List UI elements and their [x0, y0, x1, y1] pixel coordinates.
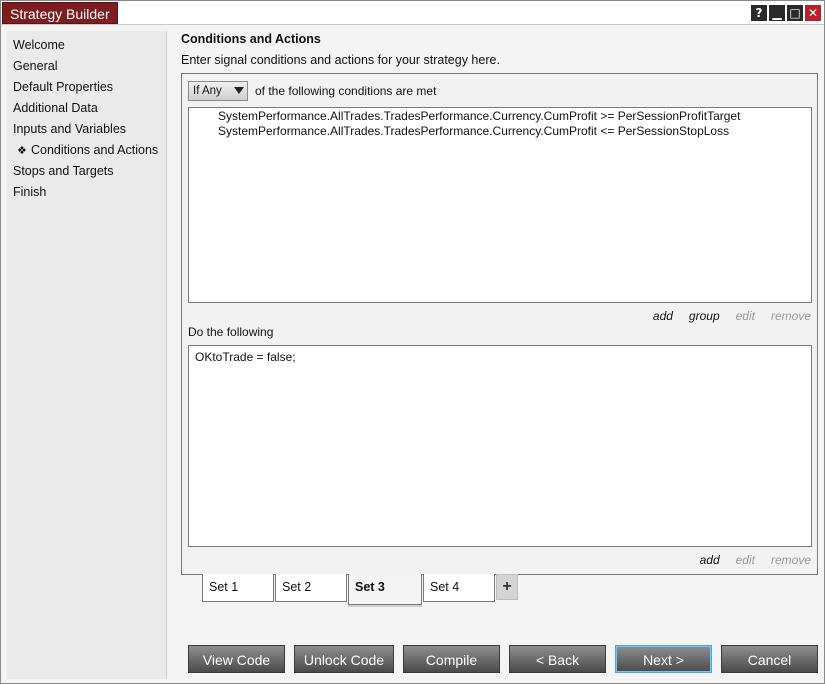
- sidebar-item-general[interactable]: General: [7, 56, 166, 77]
- footer-buttons: View Code Unlock Code Compile < Back Nex…: [188, 645, 825, 673]
- window-title: Strategy Builder: [2, 2, 118, 24]
- view-code-button[interactable]: View Code: [188, 645, 285, 673]
- action-links: add edit remove: [684, 553, 811, 567]
- add-set-icon[interactable]: +: [496, 574, 518, 600]
- wizard-steps: Welcome General Default Properties Addit…: [7, 31, 166, 203]
- condition-mode-label: of the following conditions are met: [255, 84, 437, 98]
- sidebar-item-label: Welcome: [13, 38, 65, 52]
- conditions-list[interactable]: SystemPerformance.AllTrades.TradesPerfor…: [188, 107, 812, 303]
- active-step-bullet-icon: ❖: [17, 144, 27, 157]
- sidebar-item-finish[interactable]: Finish: [7, 182, 166, 203]
- condition-item[interactable]: SystemPerformance.AllTrades.TradesPerfor…: [218, 109, 811, 124]
- sidebar-item-label: Finish: [13, 185, 47, 199]
- group-condition-link[interactable]: group: [689, 309, 720, 323]
- title-bar: Strategy Builder ? ▁ □ ✕: [1, 1, 824, 25]
- edit-action-link: edit: [735, 553, 755, 567]
- condition-mode-value: If Any: [193, 85, 222, 97]
- set-tabs: Set 1 Set 2 Set 3 Set 4 +: [202, 574, 518, 605]
- remove-action-link: remove: [770, 553, 811, 567]
- unlock-code-button[interactable]: Unlock Code: [294, 645, 394, 673]
- sidebar-item-inputs-and-variables[interactable]: Inputs and Variables: [7, 119, 166, 140]
- sidebar-item-welcome[interactable]: Welcome: [7, 35, 166, 56]
- page-title: Conditions and Actions: [181, 32, 321, 46]
- sidebar-item-label: Inputs and Variables: [13, 122, 127, 136]
- sidebar-item-label: General: [13, 59, 58, 73]
- page-description: Enter signal conditions and actions for …: [181, 53, 500, 67]
- sidebar-item-conditions-and-actions[interactable]: ❖ Conditions and Actions: [7, 140, 166, 161]
- tab-set-2[interactable]: Set 2: [275, 574, 347, 602]
- condition-mode-select[interactable]: If Any: [188, 81, 248, 101]
- compile-button[interactable]: Compile: [403, 645, 500, 673]
- actions-label: Do the following: [188, 325, 274, 339]
- sidebar-item-default-properties[interactable]: Default Properties: [7, 77, 166, 98]
- tab-set-4[interactable]: Set 4: [423, 574, 495, 602]
- maximize-icon[interactable]: □: [787, 5, 803, 21]
- next-button[interactable]: Next >: [615, 645, 712, 673]
- conditions-actions-panel: If Any of the following conditions are m…: [181, 73, 818, 575]
- add-action-link[interactable]: add: [700, 553, 720, 567]
- help-icon[interactable]: ?: [751, 5, 767, 21]
- remove-condition-link: remove: [770, 309, 811, 323]
- action-item[interactable]: OKtoTrade = false;: [195, 350, 805, 365]
- tab-set-3[interactable]: Set 3: [348, 574, 422, 605]
- sidebar-item-stops-and-targets[interactable]: Stops and Targets: [7, 161, 166, 182]
- condition-mode-row: If Any of the following conditions are m…: [188, 81, 436, 101]
- minimize-icon[interactable]: ▁: [769, 5, 785, 21]
- actions-list[interactable]: OKtoTrade = false;: [188, 345, 812, 547]
- condition-item[interactable]: SystemPerformance.AllTrades.TradesPerfor…: [218, 124, 811, 139]
- sidebar-item-additional-data[interactable]: Additional Data: [7, 98, 166, 119]
- main-content: Conditions and Actions Enter signal cond…: [173, 31, 821, 679]
- strategy-builder-window: Strategy Builder ? ▁ □ ✕ Welcome General…: [0, 0, 825, 684]
- sidebar-item-label: Conditions and Actions: [31, 143, 159, 157]
- cancel-button[interactable]: Cancel: [721, 645, 818, 673]
- window-controls: ? ▁ □ ✕: [751, 5, 821, 21]
- sidebar-item-label: Default Properties: [13, 80, 114, 94]
- chevron-down-icon: [234, 87, 244, 94]
- edit-condition-link: edit: [735, 309, 755, 323]
- tab-set-1[interactable]: Set 1: [202, 574, 274, 602]
- condition-links: add group edit remove: [637, 309, 811, 323]
- close-icon[interactable]: ✕: [805, 5, 821, 21]
- wizard-sidebar: Welcome General Default Properties Addit…: [7, 31, 167, 679]
- back-button[interactable]: < Back: [509, 645, 606, 673]
- add-condition-link[interactable]: add: [653, 309, 673, 323]
- sidebar-item-label: Stops and Targets: [13, 164, 114, 178]
- sidebar-item-label: Additional Data: [13, 101, 98, 115]
